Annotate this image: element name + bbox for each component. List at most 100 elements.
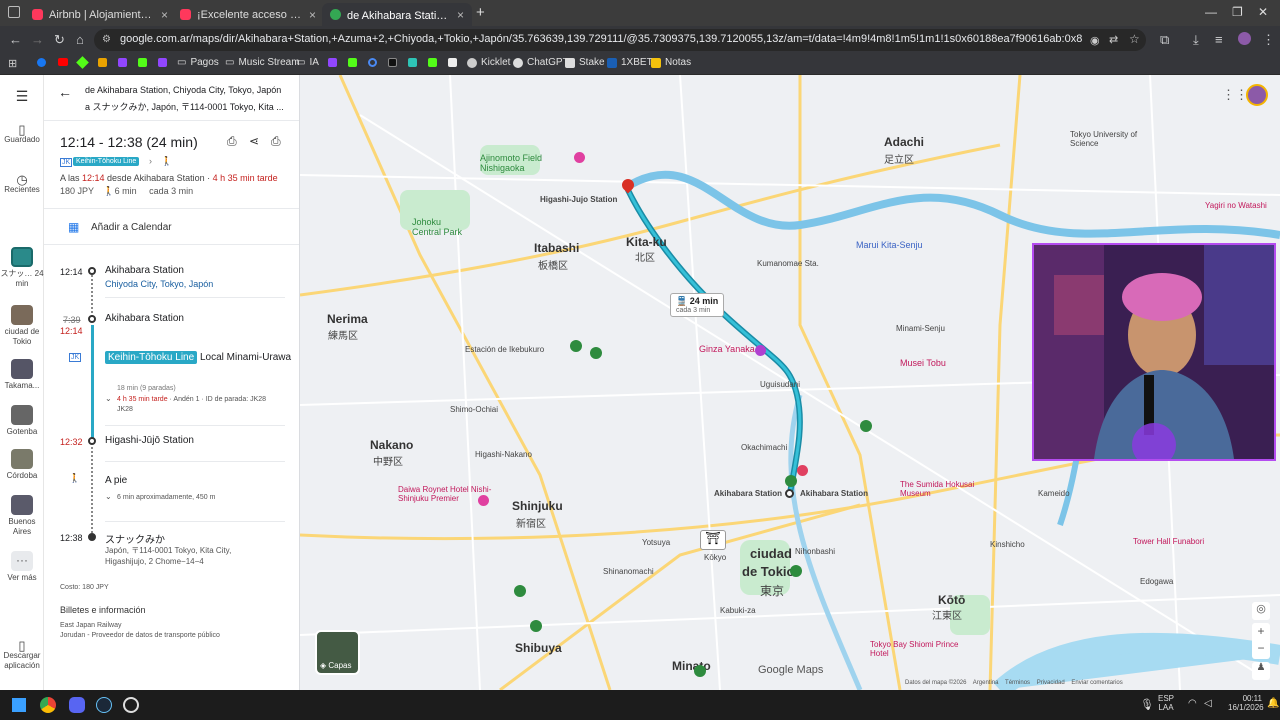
tab-airbnb-2[interactable]: ¡Excelente acceso al centro de ×: [172, 3, 324, 26]
provider-link[interactable]: Jorudan - Proveedor de datos de transpor…: [60, 632, 220, 639]
shopping-marker-icon[interactable]: [574, 152, 585, 163]
twitch-icon[interactable]: [328, 58, 337, 67]
back-arrow-icon[interactable]: ←: [9, 32, 22, 47]
bookmark-notas[interactable]: Notas: [651, 57, 691, 68]
hotel-marker-icon[interactable]: [478, 495, 489, 506]
microphone-icon[interactable]: 🎙: [1140, 698, 1154, 711]
profile-avatar[interactable]: [1238, 32, 1251, 45]
kick-icon[interactable]: [138, 58, 147, 67]
twitch-icon[interactable]: [118, 58, 127, 67]
bookmark-icon[interactable]: [408, 58, 417, 67]
tab-airbnb[interactable]: Airbnb | Alojamientos para vac ×: [24, 3, 176, 26]
rail-recent-item[interactable]: ciudad de Tokio: [0, 305, 44, 347]
close-icon[interactable]: ×: [309, 8, 316, 22]
tab-search-icon[interactable]: [8, 6, 20, 18]
bookmark-kicklet[interactable]: Kicklet: [467, 57, 510, 68]
add-to-calendar-button[interactable]: Añadir a Calendar: [91, 222, 172, 233]
rail-recent[interactable]: ◷ Recientes: [0, 173, 44, 195]
station-marker-icon[interactable]: [530, 620, 542, 632]
bookmark-chatgpt[interactable]: ChatGPT: [513, 57, 569, 68]
windows-start-icon[interactable]: [12, 698, 26, 712]
maximize-icon[interactable]: ❐: [1232, 5, 1243, 19]
kick-icon[interactable]: [428, 58, 437, 67]
youtube-icon[interactable]: [58, 58, 68, 66]
landmark-marker-icon[interactable]: ⛩: [700, 530, 726, 550]
route-destination[interactable]: a スナックみか, Japón, 〒114-0001 Tokyo, Kita .…: [85, 100, 290, 113]
language-indicator[interactable]: ESP LAA: [1158, 694, 1174, 712]
print-icon[interactable]: ⎙: [271, 134, 281, 149]
forward-arrow-icon[interactable]: →: [31, 32, 44, 47]
step-station-name[interactable]: Higashi-Jūjō Station: [105, 435, 194, 446]
station-marker-icon[interactable]: [514, 585, 526, 597]
bookmark-stake[interactable]: Stake: [565, 57, 605, 68]
bookmark-icon[interactable]: [448, 58, 457, 67]
shopping-marker-icon[interactable]: [755, 345, 766, 356]
bookmark-music-stream[interactable]: ▭ Music Stream: [225, 57, 300, 68]
close-icon[interactable]: ×: [457, 8, 464, 22]
station-marker-icon[interactable]: [590, 347, 602, 359]
reload-icon[interactable]: ↻: [54, 32, 65, 48]
zoom-out-icon[interactable]: −: [1252, 640, 1270, 657]
station-marker-icon[interactable]: [570, 340, 582, 352]
app-icon[interactable]: [123, 697, 139, 713]
kick-icon[interactable]: [348, 58, 357, 67]
favorite-marker-icon[interactable]: [797, 465, 808, 476]
bookmark-icon[interactable]: [98, 58, 107, 67]
station-marker-icon[interactable]: [694, 665, 706, 677]
url-text[interactable]: google.com.ar/maps/dir/Akihabara+Station…: [120, 33, 1082, 45]
station-marker-icon[interactable]: [860, 420, 872, 432]
back-arrow-icon[interactable]: ←: [58, 84, 72, 100]
tiktok-icon[interactable]: [388, 58, 397, 67]
extensions-icon[interactable]: ⧉: [1160, 32, 1169, 48]
apps-grid-icon[interactable]: ⋮⋮: [1222, 87, 1248, 103]
rail-recent-item[interactable]: Buenos Aires: [0, 495, 44, 537]
translate-icon[interactable]: ⇄: [1109, 33, 1118, 46]
hamburger-icon[interactable]: ☰: [0, 89, 44, 103]
location-icon[interactable]: ◉: [1090, 34, 1100, 47]
rail-recent-item[interactable]: Gotenba: [0, 405, 44, 437]
kebab-menu-icon[interactable]: ⋮: [1262, 32, 1275, 48]
close-icon[interactable]: ×: [161, 8, 168, 22]
tab-google-maps[interactable]: de Akihabara Station a スナックみ ×: [322, 3, 472, 26]
meta-icon[interactable]: [368, 58, 377, 67]
chrome-icon[interactable]: [40, 697, 56, 713]
site-info-icon[interactable]: ⚙: [102, 34, 111, 45]
facebook-icon[interactable]: [37, 58, 46, 67]
rail-more[interactable]: ··· Ver más: [0, 551, 44, 583]
bookmark-1xbet[interactable]: 1XBET: [607, 57, 653, 68]
layers-button[interactable]: ◈ Capas: [315, 630, 360, 675]
step-station-name[interactable]: Akihabara Station: [105, 265, 184, 276]
account-avatar[interactable]: [1246, 84, 1268, 106]
rail-recent-item[interactable]: Takama...: [0, 359, 44, 391]
share-icon[interactable]: ⋖: [249, 134, 259, 148]
pegman-icon[interactable]: ♟: [1252, 662, 1270, 680]
twitch-icon[interactable]: [158, 58, 167, 67]
provider-link[interactable]: East Japan Railway: [60, 622, 121, 629]
chevron-down-icon[interactable]: ⌄: [105, 394, 112, 403]
station-marker-icon[interactable]: [790, 565, 802, 577]
rail-download-app[interactable]: ▯ Descargar aplicación: [0, 639, 44, 671]
window-close-icon[interactable]: ✕: [1258, 5, 1268, 19]
minimize-icon[interactable]: —: [1205, 5, 1217, 19]
rail-saved[interactable]: ▯ Guardado: [0, 123, 44, 145]
step-station-name[interactable]: Akihabara Station: [105, 313, 184, 324]
destination-name[interactable]: スナックみか: [105, 531, 165, 546]
home-icon[interactable]: ⌂: [76, 32, 84, 47]
volume-icon[interactable]: ◁: [1204, 698, 1212, 709]
send-to-phone-icon[interactable]: ⎙: [227, 134, 237, 149]
rail-recent-item[interactable]: Córdoba: [0, 449, 44, 481]
zoom-in-icon[interactable]: +: [1252, 623, 1270, 640]
apps-grid-icon[interactable]: ⊞: [8, 57, 17, 70]
media-icon[interactable]: ≡: [1215, 32, 1223, 47]
bookmark-ia[interactable]: ▭ IA: [296, 57, 319, 68]
origin-dot-icon[interactable]: [785, 489, 794, 498]
steam-icon[interactable]: [96, 697, 112, 713]
download-icon[interactable]: ⤓: [1193, 32, 1199, 48]
bookmark-pagos[interactable]: ▭ Pagos: [177, 57, 219, 68]
map-attribution[interactable]: Datos del mapa ©2026 Argentina Términos …: [905, 680, 1123, 686]
notifications-icon[interactable]: 🔔: [1267, 698, 1279, 709]
new-tab-plus-icon[interactable]: +: [476, 4, 485, 21]
rail-recent-item[interactable]: スナッ… 24 min: [0, 247, 44, 289]
route-origin[interactable]: de Akihabara Station, Chiyoda City, Toky…: [85, 85, 290, 95]
discord-icon[interactable]: [69, 697, 85, 713]
